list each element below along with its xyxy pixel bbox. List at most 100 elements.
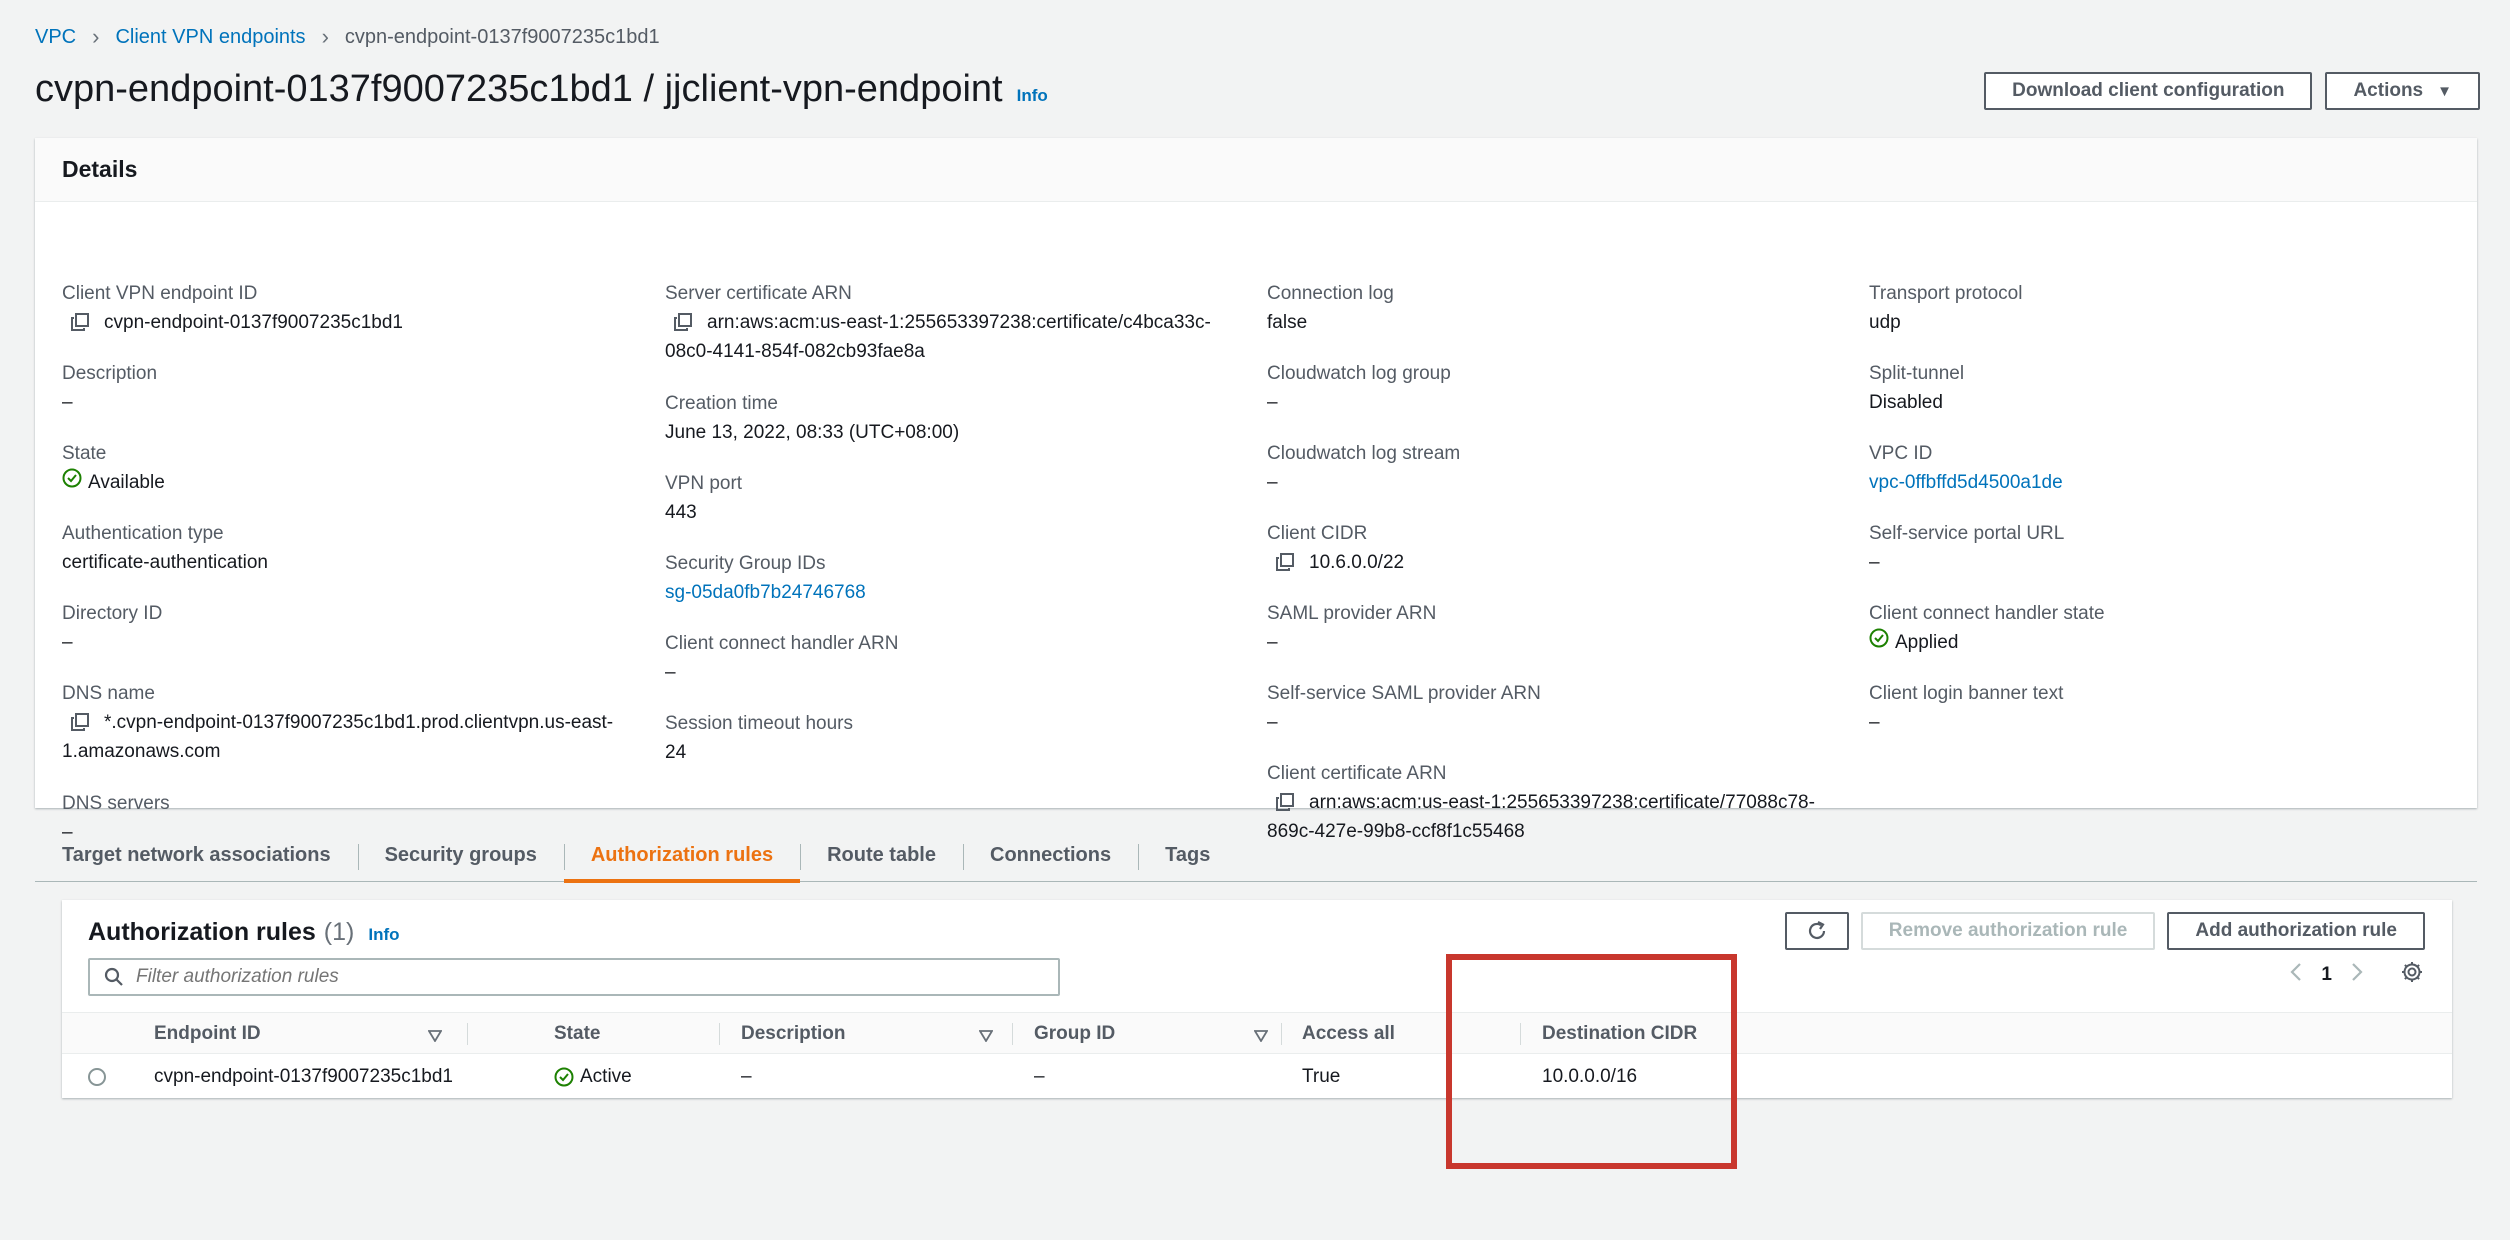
field-value: arn:aws:acm:us-east-1:255653397238:certi… (1267, 788, 1815, 817)
refresh-button[interactable] (1784, 912, 1849, 950)
handler-state-value: Applied (1895, 632, 1959, 653)
field-creation-time: Creation time June 13, 2022, 08:33 (UTC+… (665, 390, 959, 447)
breadcrumb-vpc[interactable]: VPC (35, 26, 76, 49)
column-description[interactable]: Description (741, 1013, 1005, 1055)
field-self-service-portal-url: Self-service portal URL – (1869, 520, 2064, 577)
sort-down-icon[interactable] (978, 1026, 994, 1048)
pagination: 1 (2289, 960, 2424, 990)
filter-input[interactable] (136, 966, 1036, 988)
field-value: June 13, 2022, 08:33 (UTC+08:00) (665, 422, 960, 443)
field-label: Self-service SAML provider ARN (1267, 683, 1541, 704)
tab-target-network-associations[interactable]: Target network associations (35, 830, 358, 882)
add-label: Add authorization rule (2195, 920, 2397, 941)
copy-icon[interactable] (66, 708, 94, 736)
field-label: Split-tunnel (1869, 363, 1965, 384)
tab-route-table[interactable]: Route table (800, 830, 963, 882)
tab-authorization-rules[interactable]: Authorization rules (563, 830, 801, 883)
download-label: Download client configuration (2012, 80, 2285, 101)
vpc-id-link[interactable]: vpc-0ffbffd5d4500a1de (1869, 468, 2063, 497)
field-label: Cloudwatch log group (1267, 363, 1451, 384)
field-value: false (1267, 312, 1308, 333)
gear-icon[interactable] (2400, 960, 2424, 990)
details-panel: Details Client VPN endpoint ID cvpn-endp… (35, 138, 2477, 843)
field-value: 24 (665, 742, 687, 763)
breadcrumb-current: cvpn-endpoint-0137f9007235c1bd1 (344, 25, 660, 48)
page-title: cvpn-endpoint-0137f9007235c1bd1 / jjclie… (35, 68, 1048, 111)
actions-button[interactable]: Actions ▼ (2325, 72, 2480, 110)
field-label: Description (62, 363, 158, 384)
table-row[interactable]: cvpn-endpoint-0137f9007235c1bd1 Active –… (62, 1055, 2452, 1098)
rules-title: Authorization rules (88, 918, 316, 946)
breadcrumb-client-vpn-endpoints[interactable]: Client VPN endpoints (115, 26, 305, 49)
field-directory-id: Directory ID – (62, 600, 162, 657)
row-endpoint-id-link[interactable]: cvpn-endpoint-0137f9007235c1bd1 (154, 1055, 453, 1098)
rules-info-link[interactable]: Info (368, 925, 399, 945)
search-icon (104, 967, 123, 986)
tab-security-groups[interactable]: Security groups (357, 830, 564, 882)
check-circle-icon (62, 468, 82, 488)
copy-icon[interactable] (1271, 548, 1299, 576)
column-group-id[interactable]: Group ID (1034, 1013, 1280, 1055)
header-actions: Download client configuration Actions ▼ (1984, 72, 2480, 110)
info-link[interactable]: Info (1017, 86, 1048, 106)
field-value: – (1267, 632, 1278, 653)
download-client-configuration-button[interactable]: Download client configuration (1984, 72, 2313, 110)
check-circle-icon (554, 1067, 574, 1086)
copy-icon[interactable] (669, 308, 697, 336)
tab-connections[interactable]: Connections (963, 830, 1138, 882)
actions-label: Actions (2353, 80, 2424, 101)
server-cert-line-2: 08c0-4141-854f-082cb93fae8a (665, 341, 925, 362)
field-value: 443 (665, 502, 697, 523)
field-split-tunnel: Split-tunnel Disabled (1869, 360, 1964, 417)
column-access-all: Access all (1302, 1013, 1395, 1055)
copy-icon[interactable] (66, 308, 94, 336)
status-available: Available (62, 468, 165, 497)
field-description: Description – (62, 360, 157, 417)
chevron-right-icon[interactable] (2350, 961, 2364, 989)
breadcrumb: VPC › Client VPN endpoints › cvpn-endpoi… (35, 24, 660, 50)
row-select[interactable] (88, 1055, 106, 1098)
security-group-link[interactable]: sg-05da0fb7b24746768 (665, 578, 866, 607)
field-label: State (62, 443, 107, 464)
copy-icon[interactable] (1271, 788, 1299, 816)
field-value: – (62, 392, 73, 413)
field-connect-handler-state: Client connect handler state Applied (1869, 600, 2105, 657)
field-label: Creation time (665, 393, 778, 414)
field-value: – (1869, 712, 1880, 733)
add-authorization-rule-button[interactable]: Add authorization rule (2167, 912, 2425, 950)
field-label: Client VPN endpoint ID (62, 283, 258, 304)
field-value: udp (1869, 312, 1901, 333)
chevron-left-icon[interactable] (2289, 961, 2303, 989)
radio-button[interactable] (88, 1067, 106, 1086)
field-label: Session timeout hours (665, 713, 853, 734)
remove-authorization-rule-button[interactable]: Remove authorization rule (1860, 912, 2156, 950)
field-label: Self-service portal URL (1869, 523, 2065, 544)
client-cert-line-1: arn:aws:acm:us-east-1:255653397238:certi… (1309, 792, 1815, 813)
column-divider (1281, 1023, 1282, 1045)
field-vpc-id: VPC ID vpc-0ffbffd5d4500a1de (1869, 440, 2063, 497)
remove-label: Remove authorization rule (1888, 920, 2128, 941)
highlight-box (1446, 954, 1737, 1169)
field-connection-log: Connection log false (1267, 280, 1394, 337)
sort-down-icon[interactable] (1253, 1026, 1269, 1048)
server-cert-line-1: arn:aws:acm:us-east-1:255653397238:certi… (707, 312, 1211, 333)
refresh-icon (1808, 921, 1825, 940)
field-label: Client CIDR (1267, 523, 1368, 544)
column-state: State (554, 1013, 600, 1055)
field-client-cidr: Client CIDR 10.6.0.0/22 (1267, 520, 1404, 577)
field-connect-handler-arn: Client connect handler ARN – (665, 630, 898, 687)
sort-down-icon[interactable] (427, 1026, 443, 1048)
field-state: State Available (62, 440, 165, 497)
field-label: Server certificate ARN (665, 283, 852, 304)
column-endpoint-id[interactable]: Endpoint ID (154, 1013, 454, 1055)
row-state-value: Active (580, 1065, 632, 1087)
field-label: Security Group IDs (665, 553, 826, 574)
chevron-right-icon: › (92, 24, 100, 49)
endpoint-id-value: cvpn-endpoint-0137f9007235c1bd1 (104, 312, 403, 333)
tab-tags[interactable]: Tags (1138, 830, 1237, 882)
status-applied: Applied (1869, 628, 2105, 657)
field-dns-name: DNS name *.cvpn-endpoint-0137f9007235c1b… (62, 680, 613, 766)
page-number[interactable]: 1 (2321, 964, 2332, 986)
page-title-text: cvpn-endpoint-0137f9007235c1bd1 / jjclie… (35, 68, 1003, 110)
check-circle-icon (1869, 628, 1889, 648)
